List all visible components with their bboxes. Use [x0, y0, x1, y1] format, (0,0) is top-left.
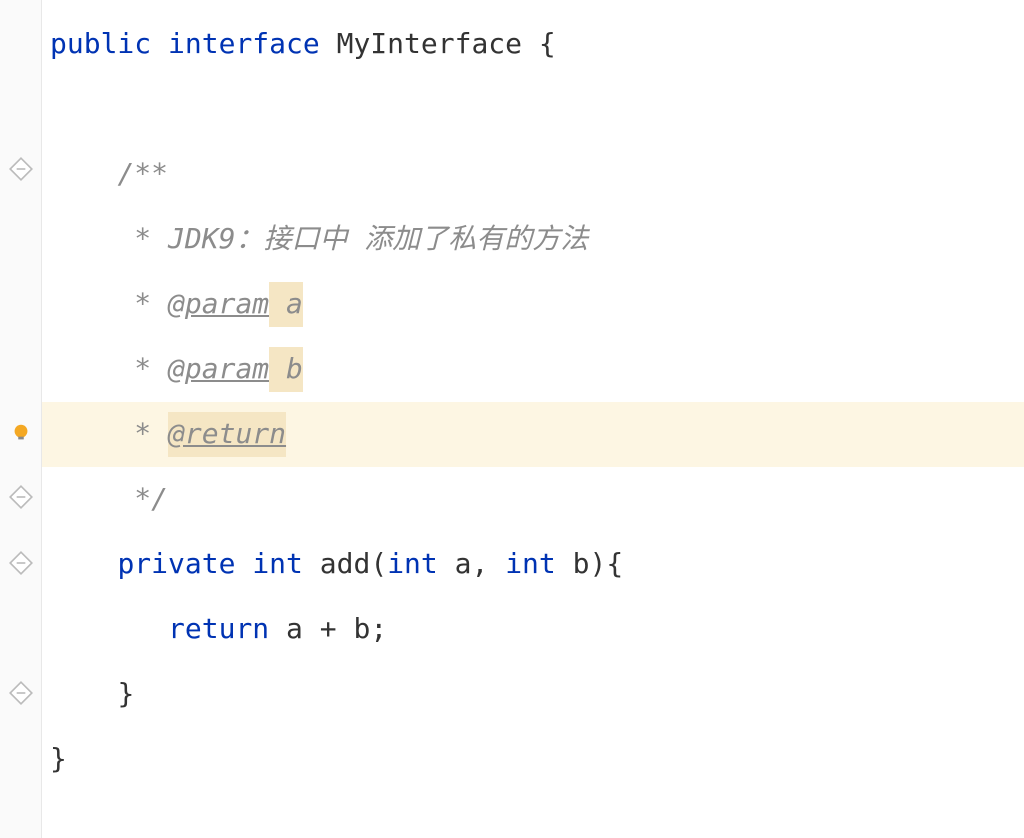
param-b: b): [556, 542, 607, 587]
keyword-return: return: [168, 607, 269, 652]
method-name: add: [303, 542, 370, 587]
fold-icon[interactable]: [8, 680, 34, 706]
keyword-int: int: [505, 542, 556, 587]
javadoc-star: *: [117, 347, 168, 392]
return-expr: a + b;: [269, 607, 387, 652]
javadoc-tag-param: @param: [168, 347, 269, 392]
keyword-int: int: [252, 542, 303, 587]
javadoc-star: *: [117, 412, 168, 457]
code-line[interactable]: private int add(int a, int b){: [42, 532, 1024, 597]
code-line[interactable]: * @param b: [42, 337, 1024, 402]
code-editor: public interface MyInterface { /** * JDK…: [0, 0, 1024, 838]
javadoc-tag-return: @return: [168, 412, 286, 457]
code-line[interactable]: /**: [42, 142, 1024, 207]
javadoc-param-name: a: [269, 282, 303, 327]
fold-icon[interactable]: [8, 550, 34, 576]
brace-close: }: [117, 672, 134, 717]
javadoc-tag-param: @param: [168, 282, 269, 327]
javadoc-star: *: [117, 282, 168, 327]
param-a: a,: [438, 542, 505, 587]
lightbulb-icon[interactable]: [8, 420, 34, 446]
brace-open: {: [606, 542, 623, 587]
paren-open: (: [370, 542, 387, 587]
brace-close: }: [50, 737, 67, 782]
code-line[interactable]: }: [42, 727, 1024, 792]
code-line-highlighted[interactable]: * @return: [42, 402, 1024, 467]
javadoc-start: /**: [117, 152, 168, 197]
javadoc-star: *: [117, 217, 168, 262]
javadoc-end: */: [117, 477, 168, 522]
code-line[interactable]: */: [42, 467, 1024, 532]
code-line-empty[interactable]: [42, 77, 1024, 142]
code-line[interactable]: public interface MyInterface {: [42, 12, 1024, 77]
keyword-int: int: [387, 542, 438, 587]
fold-icon[interactable]: [8, 156, 34, 182]
fold-icon[interactable]: [8, 484, 34, 510]
keyword-public: public: [50, 22, 151, 67]
code-line[interactable]: * JDK9：接口中 添加了私有的方法: [42, 207, 1024, 272]
brace-open: {: [539, 22, 556, 67]
class-name: MyInterface: [320, 22, 539, 67]
javadoc-param-name: b: [269, 347, 303, 392]
keyword-private: private: [117, 542, 235, 587]
keyword-interface: interface: [168, 22, 320, 67]
code-line[interactable]: }: [42, 662, 1024, 727]
javadoc-text: JDK9：接口中 添加了私有的方法: [168, 217, 588, 262]
editor-gutter: [0, 0, 42, 838]
code-line[interactable]: * @param a: [42, 272, 1024, 337]
code-content[interactable]: public interface MyInterface { /** * JDK…: [42, 0, 1024, 838]
code-line[interactable]: return a + b;: [42, 597, 1024, 662]
